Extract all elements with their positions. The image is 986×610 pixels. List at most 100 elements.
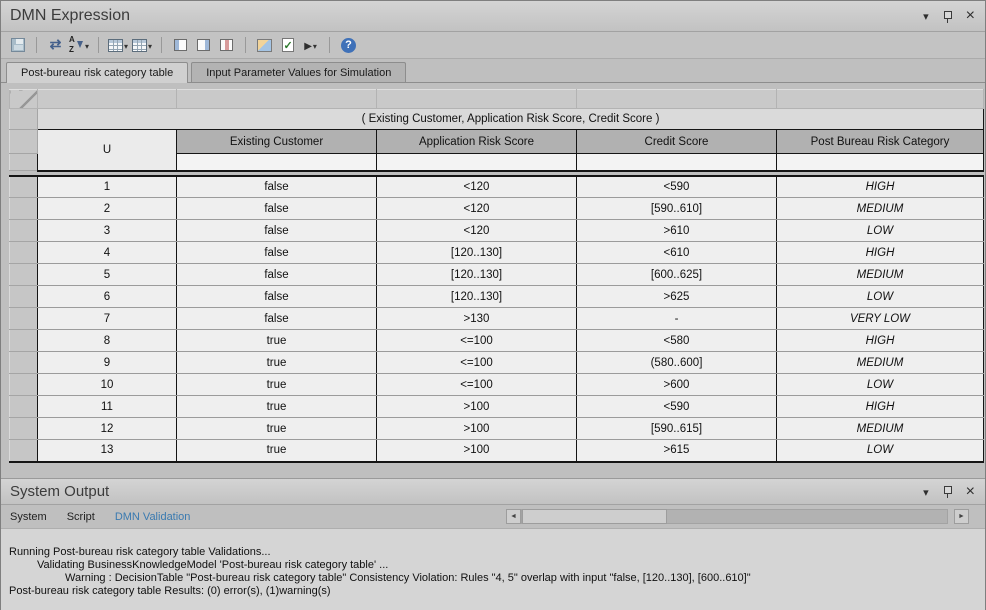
rule-input-cell[interactable]: [590..615] (577, 418, 777, 440)
rule-number[interactable]: 1 (38, 176, 177, 198)
tab-script[interactable]: Script (67, 511, 95, 523)
rule-input-cell[interactable]: true (177, 330, 377, 352)
close-icon[interactable] (966, 7, 975, 25)
rule-input-cell[interactable]: false (177, 198, 377, 220)
rule-input-cell[interactable]: true (177, 352, 377, 374)
rule-output-cell[interactable]: HIGH (777, 242, 984, 264)
row-gutter[interactable] (10, 154, 38, 171)
pin-icon[interactable] (942, 10, 953, 23)
rule-number[interactable]: 11 (38, 396, 177, 418)
grid-column-header[interactable] (177, 90, 377, 109)
panel-menu-icon[interactable] (923, 483, 929, 501)
delete-rule-button[interactable] (217, 35, 236, 56)
allowed-values-cell[interactable] (577, 154, 777, 171)
rule-output-cell[interactable]: MEDIUM (777, 198, 984, 220)
hit-policy-cell[interactable]: U (38, 130, 177, 171)
row-gutter[interactable] (10, 286, 38, 308)
rule-number[interactable]: 4 (38, 242, 177, 264)
rule-output-cell[interactable]: HIGH (777, 330, 984, 352)
rule-input-cell[interactable]: - (577, 308, 777, 330)
rule-input-cell[interactable]: false (177, 242, 377, 264)
rule-input-cell[interactable]: <590 (577, 396, 777, 418)
rule-number[interactable]: 9 (38, 352, 177, 374)
rule-input-cell[interactable]: >130 (377, 308, 577, 330)
insert-rule-after-button[interactable] (194, 35, 213, 56)
rule-input-cell[interactable]: <590 (577, 176, 777, 198)
allowed-values-cell[interactable] (777, 154, 984, 171)
run-simulation-button[interactable] (301, 35, 320, 56)
rule-input-cell[interactable]: [120..130] (377, 286, 577, 308)
grid-corner-cell[interactable] (10, 90, 38, 109)
rule-output-cell[interactable]: VERY LOW (777, 308, 984, 330)
row-gutter[interactable] (10, 264, 38, 286)
insert-rule-before-button[interactable] (171, 35, 190, 56)
column-header-application-risk-score[interactable]: Application Risk Score (377, 130, 577, 154)
grid-column-header[interactable] (777, 90, 984, 109)
panel-menu-icon[interactable] (923, 7, 929, 25)
pin-icon[interactable] (942, 485, 953, 498)
row-gutter[interactable] (10, 130, 38, 154)
grid-column-header[interactable] (577, 90, 777, 109)
row-gutter[interactable] (10, 176, 38, 198)
rule-input-cell[interactable]: false (177, 176, 377, 198)
validate-button[interactable] (278, 35, 297, 56)
rule-input-cell[interactable]: <120 (377, 220, 577, 242)
rule-input-cell[interactable]: false (177, 286, 377, 308)
rule-input-cell[interactable]: >610 (577, 220, 777, 242)
row-gutter[interactable] (10, 374, 38, 396)
rule-input-cell[interactable]: [590..610] (577, 198, 777, 220)
table-style-button[interactable] (108, 35, 128, 56)
row-gutter[interactable] (10, 242, 38, 264)
grid-column-header[interactable] (377, 90, 577, 109)
rule-output-cell[interactable]: MEDIUM (777, 418, 984, 440)
column-header-credit-score[interactable]: Credit Score (577, 130, 777, 154)
rule-output-cell[interactable]: MEDIUM (777, 352, 984, 374)
rule-input-cell[interactable]: false (177, 264, 377, 286)
rule-input-cell[interactable]: [600..625] (577, 264, 777, 286)
expression-editor-button[interactable] (255, 35, 274, 56)
rule-number[interactable]: 8 (38, 330, 177, 352)
scroll-right-icon[interactable] (954, 509, 969, 524)
rule-input-cell[interactable]: [120..130] (377, 264, 577, 286)
scrollbar-track[interactable] (521, 509, 948, 524)
column-header-post-bureau-risk-category[interactable]: Post Bureau Risk Category (777, 130, 984, 154)
rule-number[interactable]: 5 (38, 264, 177, 286)
rule-output-cell[interactable]: HIGH (777, 396, 984, 418)
row-gutter[interactable] (10, 330, 38, 352)
tab-dmn-validation[interactable]: DMN Validation (115, 511, 191, 523)
swap-inputs-button[interactable] (46, 35, 65, 56)
scroll-left-icon[interactable] (506, 509, 521, 524)
rule-input-cell[interactable]: <120 (377, 176, 577, 198)
rule-input-cell[interactable]: true (177, 440, 377, 462)
rule-number[interactable]: 3 (38, 220, 177, 242)
rule-number[interactable]: 7 (38, 308, 177, 330)
row-gutter[interactable] (10, 198, 38, 220)
rule-output-cell[interactable]: MEDIUM (777, 264, 984, 286)
row-gutter[interactable] (10, 352, 38, 374)
help-button[interactable] (339, 35, 358, 56)
row-gutter[interactable] (10, 109, 38, 130)
rule-output-cell[interactable]: LOW (777, 220, 984, 242)
parameters-header[interactable]: ( Existing Customer, Application Risk Sc… (38, 109, 984, 130)
rule-input-cell[interactable]: <120 (377, 198, 577, 220)
rule-input-cell[interactable]: (580..600] (577, 352, 777, 374)
save-button[interactable] (8, 35, 27, 56)
rule-input-cell[interactable]: >600 (577, 374, 777, 396)
tab-input-parameter-values[interactable]: Input Parameter Values for Simulation (191, 62, 406, 82)
rule-output-cell[interactable]: LOW (777, 440, 984, 462)
rule-input-cell[interactable]: <610 (577, 242, 777, 264)
rule-input-cell[interactable]: >100 (377, 396, 577, 418)
rule-input-cell[interactable]: >100 (377, 418, 577, 440)
sort-button[interactable] (69, 35, 89, 56)
row-gutter[interactable] (10, 418, 38, 440)
rule-output-cell[interactable]: HIGH (777, 176, 984, 198)
column-header-existing-customer[interactable]: Existing Customer (177, 130, 377, 154)
rule-number[interactable]: 13 (38, 440, 177, 462)
rule-input-cell[interactable]: <580 (577, 330, 777, 352)
allowed-values-cell[interactable] (377, 154, 577, 171)
row-gutter[interactable] (10, 440, 38, 462)
rule-output-cell[interactable]: LOW (777, 374, 984, 396)
tab-post-bureau-risk-category-table[interactable]: Post-bureau risk category table (6, 62, 188, 83)
rule-input-cell[interactable]: >615 (577, 440, 777, 462)
rule-input-cell[interactable]: <=100 (377, 374, 577, 396)
